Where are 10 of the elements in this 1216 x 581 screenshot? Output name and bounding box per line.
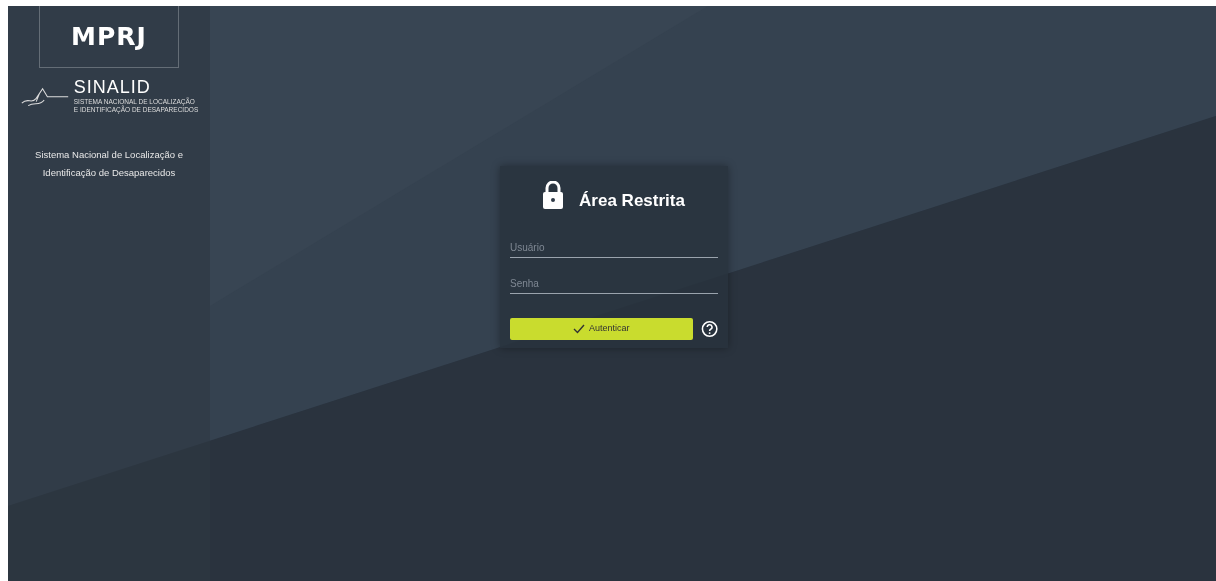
lock-icon: [543, 180, 564, 209]
input-field[interactable]: Senha: [510, 273, 718, 294]
authenticate-button[interactable]: Autenticar: [510, 317, 693, 340]
logo: MPRJ: [71, 24, 147, 49]
description: Sistema Nacional de Localização e Identificação de Desaparecidos: [34, 148, 184, 181]
check-icon: [573, 323, 586, 334]
input-field[interactable]: Usuário: [510, 237, 718, 258]
brand-name: SINALID: [73, 78, 152, 96]
help-icon[interactable]: [700, 319, 718, 338]
login-title: Área Restrita: [579, 190, 685, 212]
